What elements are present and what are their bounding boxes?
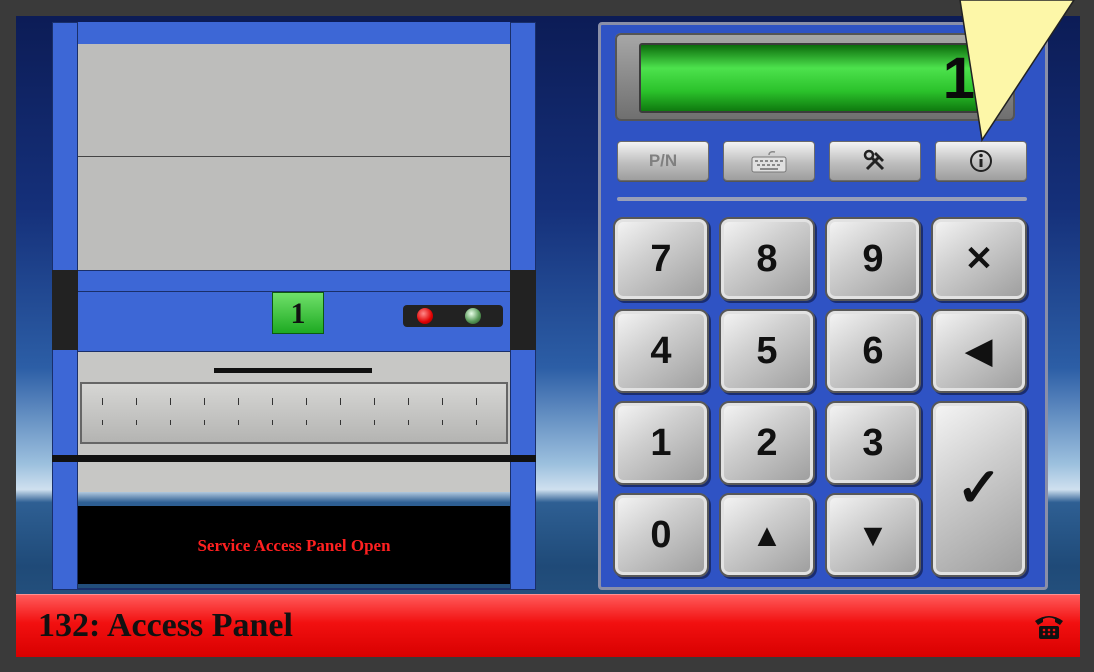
divider-bar	[52, 455, 536, 462]
ruler-tick	[408, 398, 409, 405]
ruler-tick	[442, 398, 443, 405]
tray-number-indicator[interactable]: 1	[272, 292, 324, 334]
ruler-tick	[204, 398, 205, 405]
up-arrow-key[interactable]: ▲	[719, 493, 815, 577]
info-icon	[970, 150, 992, 172]
quantity-display: 1	[639, 43, 995, 113]
ruler-tick	[476, 398, 477, 405]
clear-key[interactable]: ✕	[931, 217, 1027, 301]
key-3[interactable]: 3	[825, 401, 921, 485]
phone-icon[interactable]	[1032, 609, 1066, 643]
ruler-tick	[170, 398, 171, 405]
ruler-tick	[272, 398, 273, 405]
tools-button[interactable]	[829, 141, 921, 181]
part-number-button[interactable]: P/N	[617, 141, 709, 181]
ruler-tick	[306, 420, 307, 425]
ruler-tick	[476, 420, 477, 425]
upper-panel	[78, 44, 510, 270]
red-light-icon	[417, 308, 433, 324]
tools-icon	[863, 149, 885, 171]
shelf-handle	[214, 368, 372, 373]
key-8[interactable]: 8	[719, 217, 815, 301]
ruler-tick	[272, 420, 273, 425]
keyboard-icon	[751, 151, 787, 173]
ruler-tick	[340, 398, 341, 405]
ruler-tick	[442, 420, 443, 425]
ruler-tick	[306, 398, 307, 405]
key-6[interactable]: 6	[825, 309, 921, 393]
alarm-bar: 132: Access Panel	[16, 594, 1080, 657]
ruler-tick	[374, 420, 375, 425]
ruler-tick	[238, 398, 239, 405]
key-2[interactable]: 2	[719, 401, 815, 485]
alarm-message: 132: Access Panel	[38, 607, 293, 644]
access-panel: Service Access Panel Open	[78, 506, 510, 584]
backspace-key[interactable]: ◀	[931, 309, 1027, 393]
arrow-down-icon: ▼	[857, 517, 889, 553]
main-screen: 1 Service Access Panel Open 1 P/N 7 8 9 …	[16, 16, 1080, 656]
green-light-icon	[465, 308, 481, 324]
checkmark-icon: ✓	[956, 458, 1002, 518]
display-value: 1	[942, 46, 975, 111]
key-9[interactable]: 9	[825, 217, 921, 301]
status-message: Service Access Panel Open	[197, 536, 391, 555]
ruler-tick	[102, 420, 103, 425]
down-arrow-key[interactable]: ▼	[825, 493, 921, 577]
bottom-beam	[78, 588, 510, 590]
key-5[interactable]: 5	[719, 309, 815, 393]
key-7[interactable]: 7	[613, 217, 709, 301]
ruler-tick	[170, 420, 171, 425]
arrow-up-icon: ▲	[751, 517, 783, 553]
carousel-machine: 1 Service Access Panel Open	[52, 22, 536, 590]
status-lights	[403, 305, 503, 327]
info-button[interactable]	[935, 141, 1027, 181]
left-bracket	[52, 270, 78, 350]
ruler-tick	[374, 398, 375, 405]
right-bracket	[510, 270, 536, 350]
ruler-tick	[408, 420, 409, 425]
keypad-panel: 1 P/N 7 8 9 ✕ 4 5 6 ◀ 1 2 3 ✓ 0 ▲ ▼	[598, 22, 1048, 590]
shelf-ruler	[80, 382, 508, 444]
ruler-tick	[136, 398, 137, 405]
arrow-left-icon: ◀	[965, 332, 993, 370]
separator	[617, 197, 1027, 201]
top-beam	[78, 22, 510, 45]
ruler-tick	[340, 420, 341, 425]
keyboard-button[interactable]	[723, 141, 815, 181]
display-frame: 1	[615, 33, 1015, 121]
enter-key[interactable]: ✓	[931, 401, 1027, 577]
ruler-tick	[238, 420, 239, 425]
key-0[interactable]: 0	[613, 493, 709, 577]
ruler-tick	[102, 398, 103, 405]
close-icon: ✕	[964, 240, 994, 278]
key-1[interactable]: 1	[613, 401, 709, 485]
ruler-tick	[204, 420, 205, 425]
key-4[interactable]: 4	[613, 309, 709, 393]
ruler-tick	[136, 420, 137, 425]
